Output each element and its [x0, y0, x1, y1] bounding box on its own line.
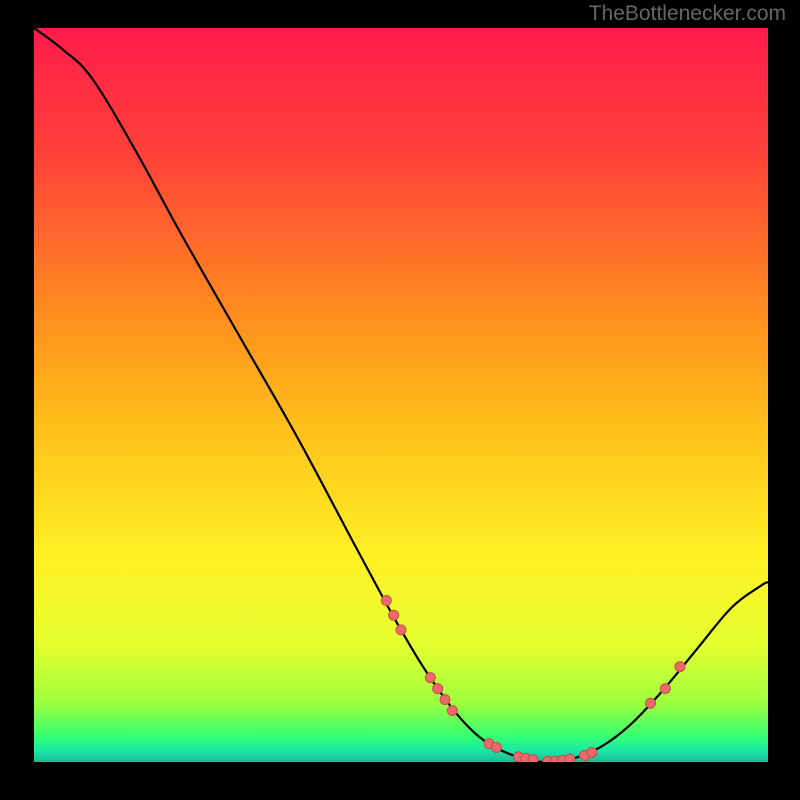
- data-dot: [491, 742, 501, 752]
- data-dot: [433, 684, 443, 694]
- chart-svg: [34, 28, 768, 762]
- data-dot: [396, 625, 406, 635]
- data-dot: [675, 662, 685, 672]
- gradient-background: [34, 28, 768, 762]
- data-dot: [381, 596, 391, 606]
- data-dot: [425, 673, 435, 683]
- data-dot: [528, 755, 538, 762]
- data-dot: [587, 747, 597, 757]
- data-dot: [440, 695, 450, 705]
- plot-area: [34, 28, 768, 762]
- data-dot: [646, 698, 656, 708]
- chart-container: TheBottlenecker.com: [0, 0, 800, 800]
- watermark-text: TheBottlenecker.com: [589, 2, 786, 26]
- data-dot: [660, 684, 670, 694]
- data-dot: [565, 754, 575, 762]
- data-dot: [447, 706, 457, 716]
- data-dot: [389, 610, 399, 620]
